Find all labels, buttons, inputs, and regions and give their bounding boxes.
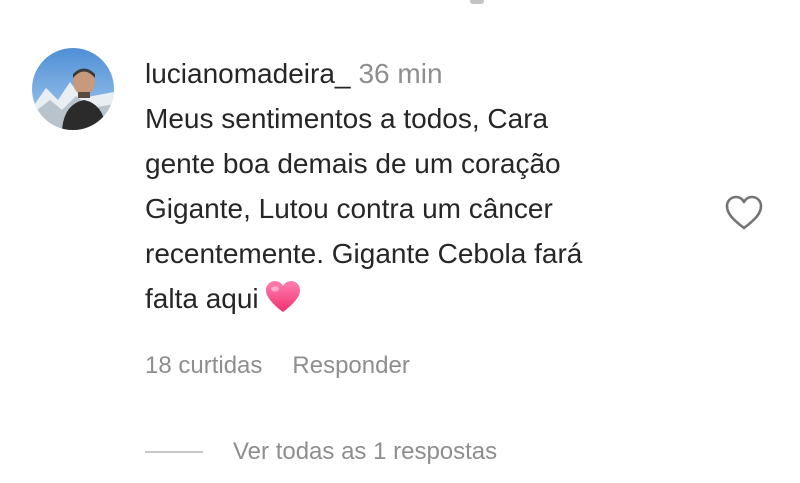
timestamp[interactable]: 36 min [358, 58, 442, 89]
username[interactable]: lucianomadeira_ [145, 58, 350, 89]
avatar[interactable] [32, 48, 114, 130]
avatar-photo [32, 48, 114, 130]
like-comment-button[interactable] [722, 193, 766, 233]
reply-button[interactable]: Responder [292, 352, 409, 379]
likes-count-link[interactable]: 18 curtidas [145, 352, 262, 379]
comment-line: falta aqui [145, 283, 259, 314]
comment-line-last: falta aqui [145, 276, 705, 327]
comment-line: Gigante, Lutou contra um câncer [145, 193, 553, 224]
comment: lucianomadeira_ 36 min Meus sentimentos a… [145, 54, 705, 327]
view-replies-label: Ver todas as 1 respostas [233, 438, 498, 465]
replies-divider [145, 451, 203, 453]
comment-actions: 18 curtidas Responder [145, 346, 410, 386]
heart-outline-icon [725, 195, 763, 230]
comment-line: gente boa demais de um coração [145, 148, 561, 179]
pink-heart-emoji-icon [265, 280, 301, 327]
comment-text: Meus sentimentos a todos, Cara gente boa… [145, 96, 705, 327]
comment-header: lucianomadeira_ 36 min [145, 54, 705, 94]
comment-line: recentemente. Gigante Cebola fará [145, 238, 583, 269]
previous-item-edge [470, 0, 484, 4]
comment-line: Meus sentimentos a todos, Cara [145, 103, 549, 134]
view-replies-button[interactable]: Ver todas as 1 respostas [145, 432, 497, 472]
